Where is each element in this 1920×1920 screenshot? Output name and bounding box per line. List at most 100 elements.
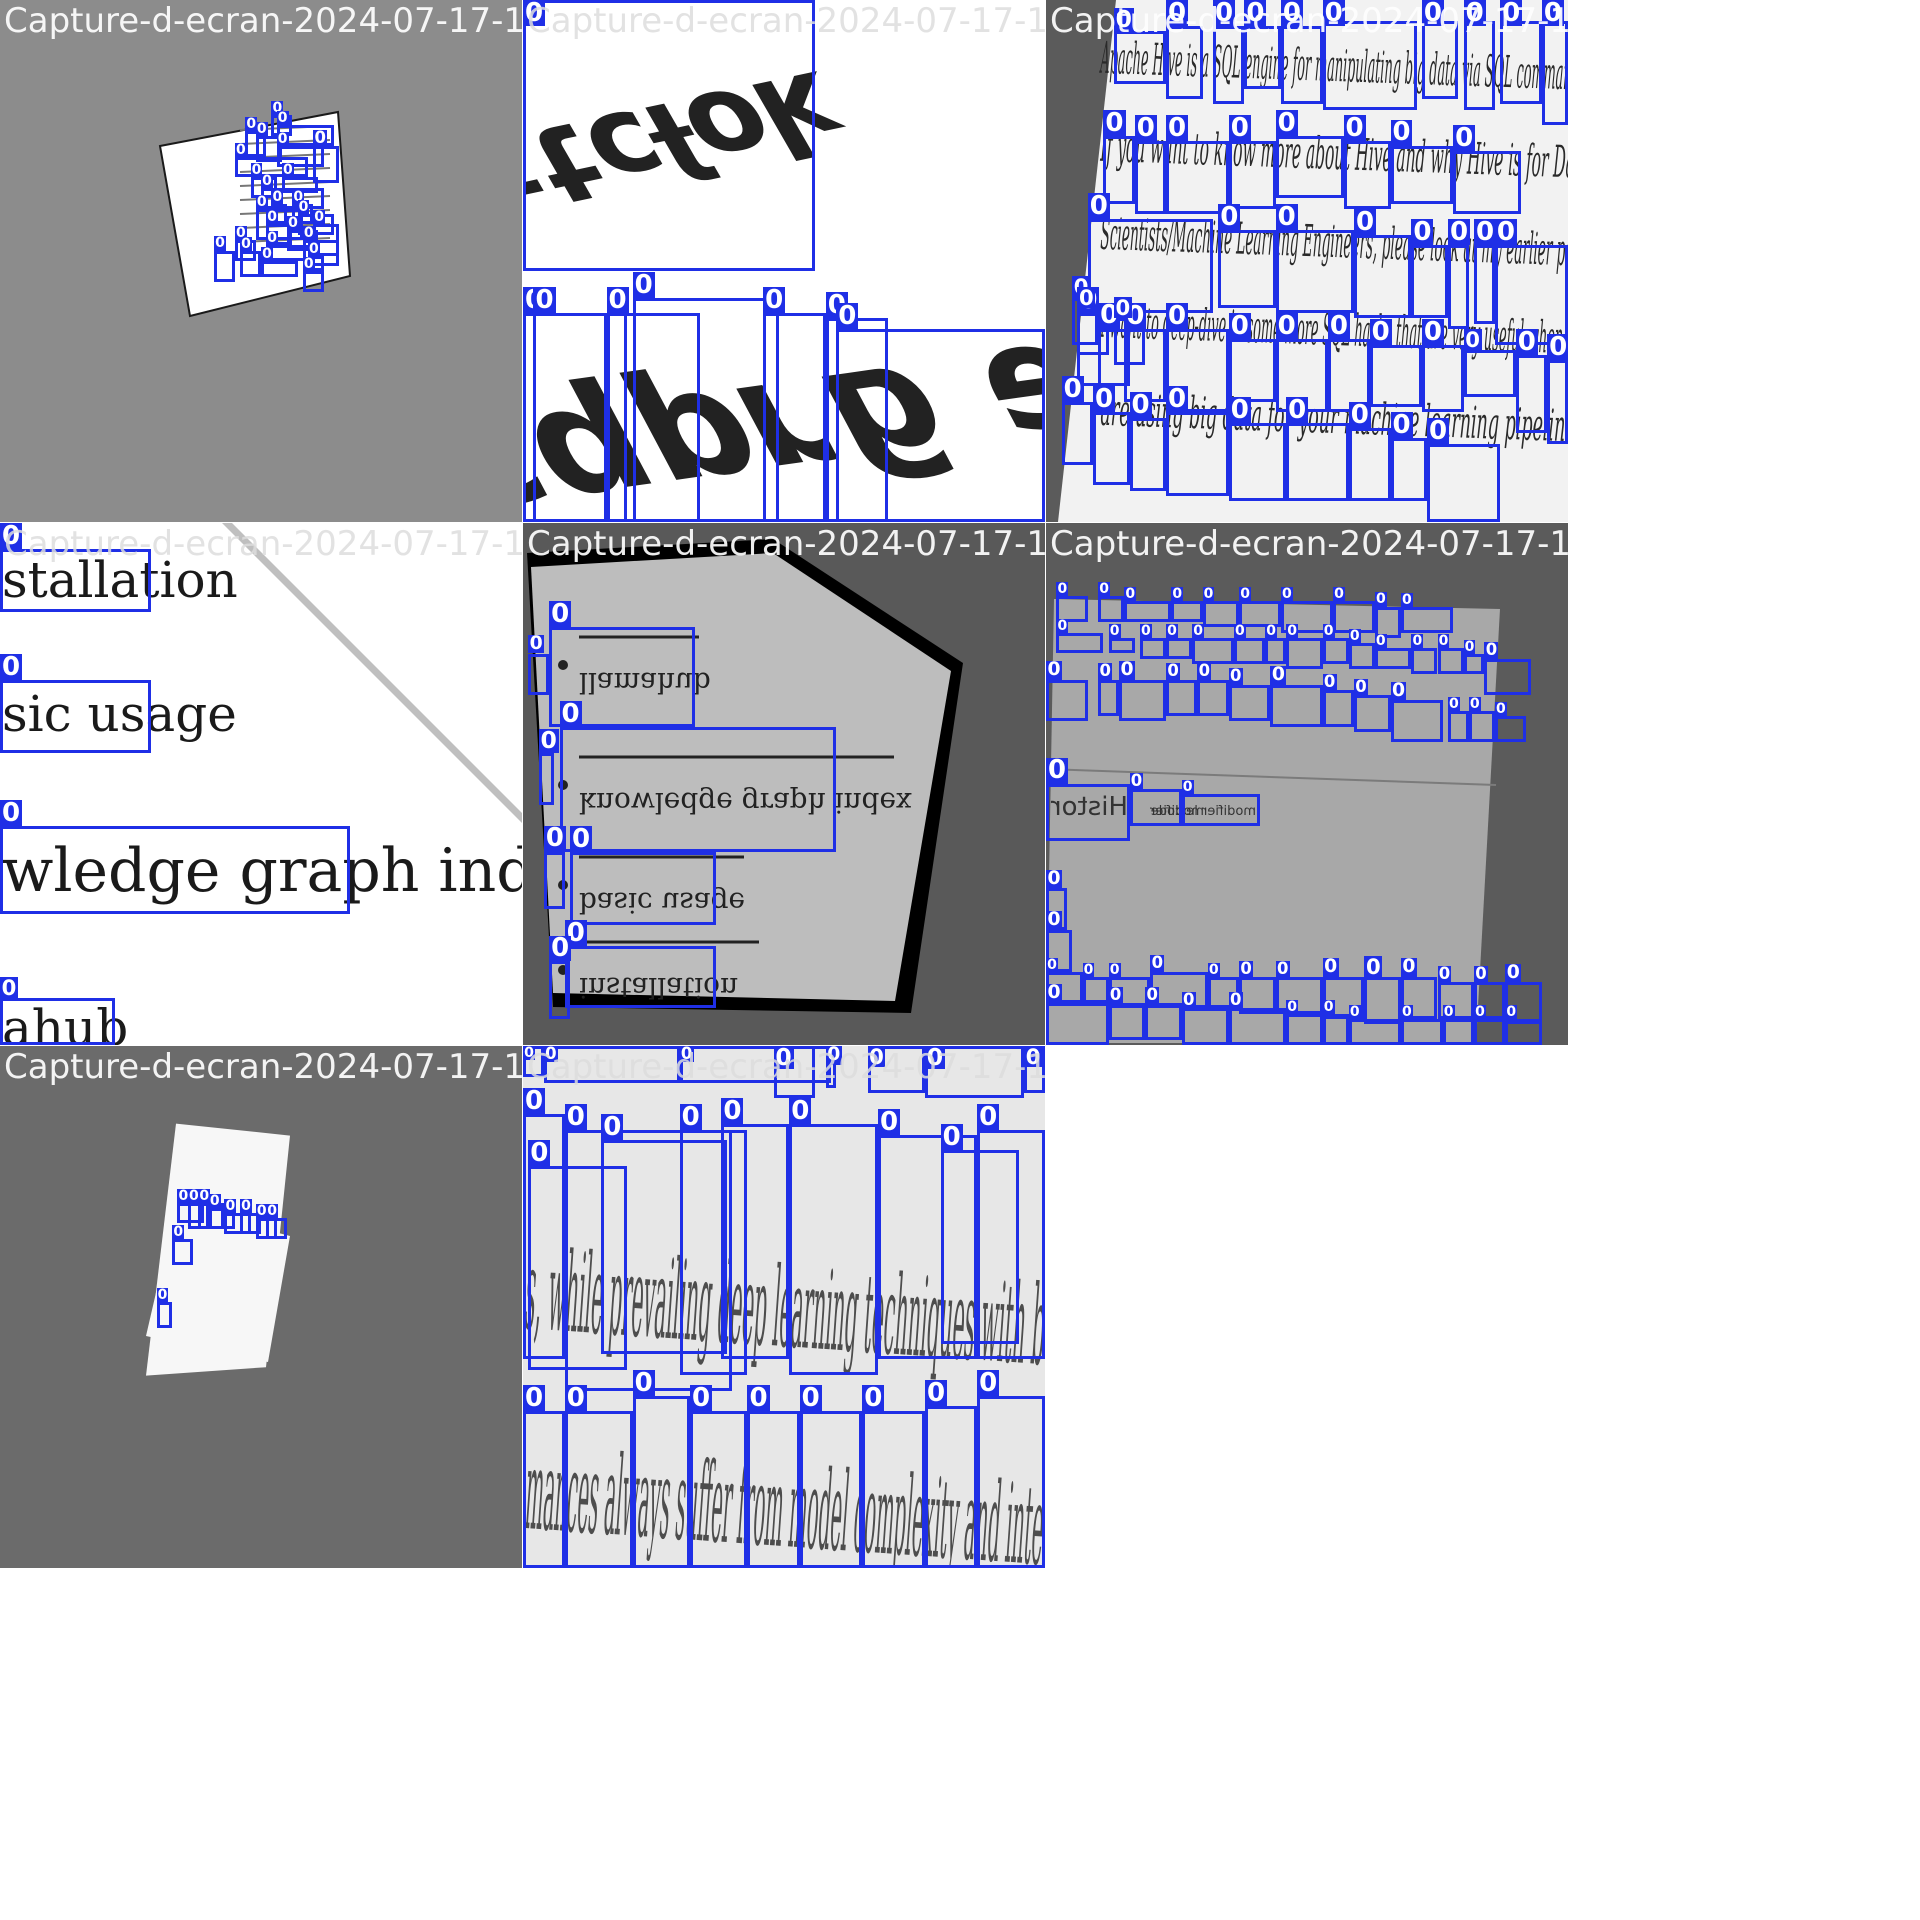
detection-box <box>1046 784 1130 842</box>
detection-label: 0 <box>1098 581 1111 598</box>
detection-label: 0 <box>1505 961 1522 983</box>
detection-label: 0 <box>1233 622 1246 639</box>
detection-label: 0 <box>0 974 18 1000</box>
detection-label: 0 <box>799 1383 822 1414</box>
detection-box <box>569 851 717 925</box>
detection-box <box>1494 716 1527 743</box>
detection-box <box>523 0 816 272</box>
detection-label: 0 <box>1228 394 1251 425</box>
detection-box <box>977 1129 1045 1360</box>
detection-label: 0 <box>1390 410 1413 441</box>
detection-label: 0 <box>1322 998 1335 1015</box>
detection-label: 0 <box>601 1111 624 1142</box>
detection-box <box>1374 648 1412 670</box>
detection-label: 0 <box>1265 622 1278 639</box>
detection-box <box>1181 794 1261 826</box>
detection-box <box>1139 637 1167 659</box>
detection-label: 0 <box>1474 217 1497 248</box>
detection-label: 0 <box>1322 671 1337 691</box>
detection-label: 0 <box>1411 217 1434 248</box>
detection-label: 0 <box>302 256 315 273</box>
detection-label: 0 <box>1145 984 1160 1004</box>
detection-box <box>1369 344 1422 408</box>
detection-label: 0 <box>1087 191 1110 222</box>
detection-label: 0 <box>1275 107 1298 138</box>
detection-box <box>559 726 837 852</box>
detection-label: 0 <box>1484 640 1499 660</box>
detection-label: 0 <box>1427 415 1450 446</box>
detection-label: 0 <box>1494 217 1517 248</box>
detection-box <box>1474 1018 1506 1045</box>
detection-label: 0 <box>240 235 252 252</box>
detection-box <box>564 945 717 1009</box>
detection-box <box>1505 1018 1542 1045</box>
detection-box <box>763 313 826 522</box>
detection-label: 0 <box>528 632 545 654</box>
detection-box <box>836 328 1045 522</box>
detection-label: 0 <box>297 199 310 216</box>
detection-box <box>1348 643 1375 670</box>
detection-label: 0 <box>1228 112 1251 143</box>
detection-box <box>1453 151 1522 214</box>
detection-label: 0 <box>302 225 315 242</box>
detection-label: 0 <box>1515 326 1538 357</box>
detection-box <box>172 1239 194 1266</box>
detection-label: 0 <box>549 932 572 963</box>
detection-label: 0 <box>1056 581 1069 598</box>
detection-label: 0 <box>1181 990 1196 1010</box>
detection-label: 0 <box>1353 676 1368 696</box>
detection-label: 0 <box>1092 384 1116 415</box>
detection-box <box>1192 637 1234 664</box>
detection-label: 0 <box>538 726 559 755</box>
detection-label: 0 <box>240 1198 252 1215</box>
detection-box <box>302 271 324 293</box>
detection-box <box>1427 443 1501 522</box>
detection-label: 0 <box>1541 0 1564 28</box>
detection-label: 0 <box>271 188 284 205</box>
detection-box <box>1463 653 1485 675</box>
detection-box <box>1421 20 1459 100</box>
detection-label: 0 <box>156 1286 169 1303</box>
detection-box <box>1145 1003 1182 1040</box>
detection-label: 0 <box>1463 326 1482 352</box>
detection-label: 0 <box>1280 586 1293 603</box>
detection-label: 0 <box>1150 953 1165 973</box>
detection-label: 0 <box>1348 628 1361 645</box>
detection-label: 0 <box>1082 962 1095 979</box>
detection-label: 0 <box>559 698 582 729</box>
detection-box <box>1233 637 1266 664</box>
detection-box <box>1500 20 1542 105</box>
detection-box <box>1474 245 1495 324</box>
detection-box <box>1197 679 1229 717</box>
detection-label: 0 <box>862 1383 885 1414</box>
detection-box <box>156 1301 173 1328</box>
detection-label: 0 <box>867 1046 886 1069</box>
detection-label: 0 <box>281 162 294 179</box>
detection-box <box>1113 31 1167 84</box>
detection-label: 0 <box>1239 586 1252 603</box>
grid-cell: s, while prevailing deep learning techni… <box>523 1046 1045 1568</box>
detection-label: 0 <box>1181 779 1194 796</box>
detection-box <box>1129 417 1167 491</box>
detection-label: 0 <box>1270 664 1287 686</box>
detection-box <box>1228 684 1271 722</box>
detection-box <box>1343 140 1391 209</box>
detection-label: 0 <box>533 285 556 316</box>
detection-box <box>1092 412 1130 486</box>
detection-label: 0 <box>1494 701 1507 718</box>
detection-label: 0 <box>1113 295 1132 321</box>
detection-label: 0 <box>606 285 629 316</box>
detection-label: 0 <box>877 1106 901 1137</box>
detection-box <box>862 1411 925 1568</box>
detection-label: 0 <box>1463 638 1476 655</box>
detection-box <box>1400 606 1454 633</box>
grid-cell: 0000000000Capture-d-ecran-2024-07-17-114… <box>0 1046 522 1568</box>
grid-cell: Apache Hive is a SQL engine for manipula… <box>1046 0 1568 522</box>
detection-label: 0 <box>1166 0 1189 29</box>
detection-label: 0 <box>569 823 593 854</box>
detection-box <box>1166 26 1203 100</box>
detection-label: 0 <box>1129 389 1152 420</box>
detection-label: 0 <box>1228 990 1243 1010</box>
detection-box <box>564 1411 633 1568</box>
detection-label: 0 <box>1056 617 1069 634</box>
